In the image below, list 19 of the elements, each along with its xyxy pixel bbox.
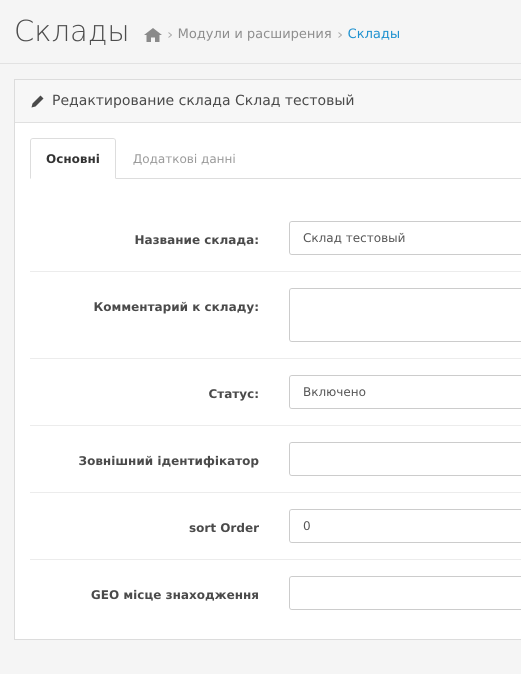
panel-title: Редактирование склада Склад тестовый [52,92,354,110]
home-icon[interactable] [144,28,162,42]
chevron-icon [168,32,172,38]
input-field[interactable]: 0 [289,509,521,543]
page-title: Склады [14,17,130,46]
input-field[interactable] [289,442,521,476]
field-label: GEO місце знаходження [90,587,259,604]
chevron-icon [338,32,342,38]
tab[interactable]: Основні [30,138,116,179]
field-label: Комментарий к складу: [92,299,259,316]
field-label: Статус: [207,386,259,403]
input-field[interactable]: Склад тестовый [289,221,521,255]
field-label: Название склада: [133,232,259,249]
field-label: sort Order [188,520,259,537]
input-field[interactable] [289,576,521,610]
field-label: Зовнішний ідентифікатор [78,453,259,470]
select-field[interactable]: Включено [289,375,521,409]
pencil-icon [31,94,44,108]
textarea-field[interactable] [289,288,521,342]
